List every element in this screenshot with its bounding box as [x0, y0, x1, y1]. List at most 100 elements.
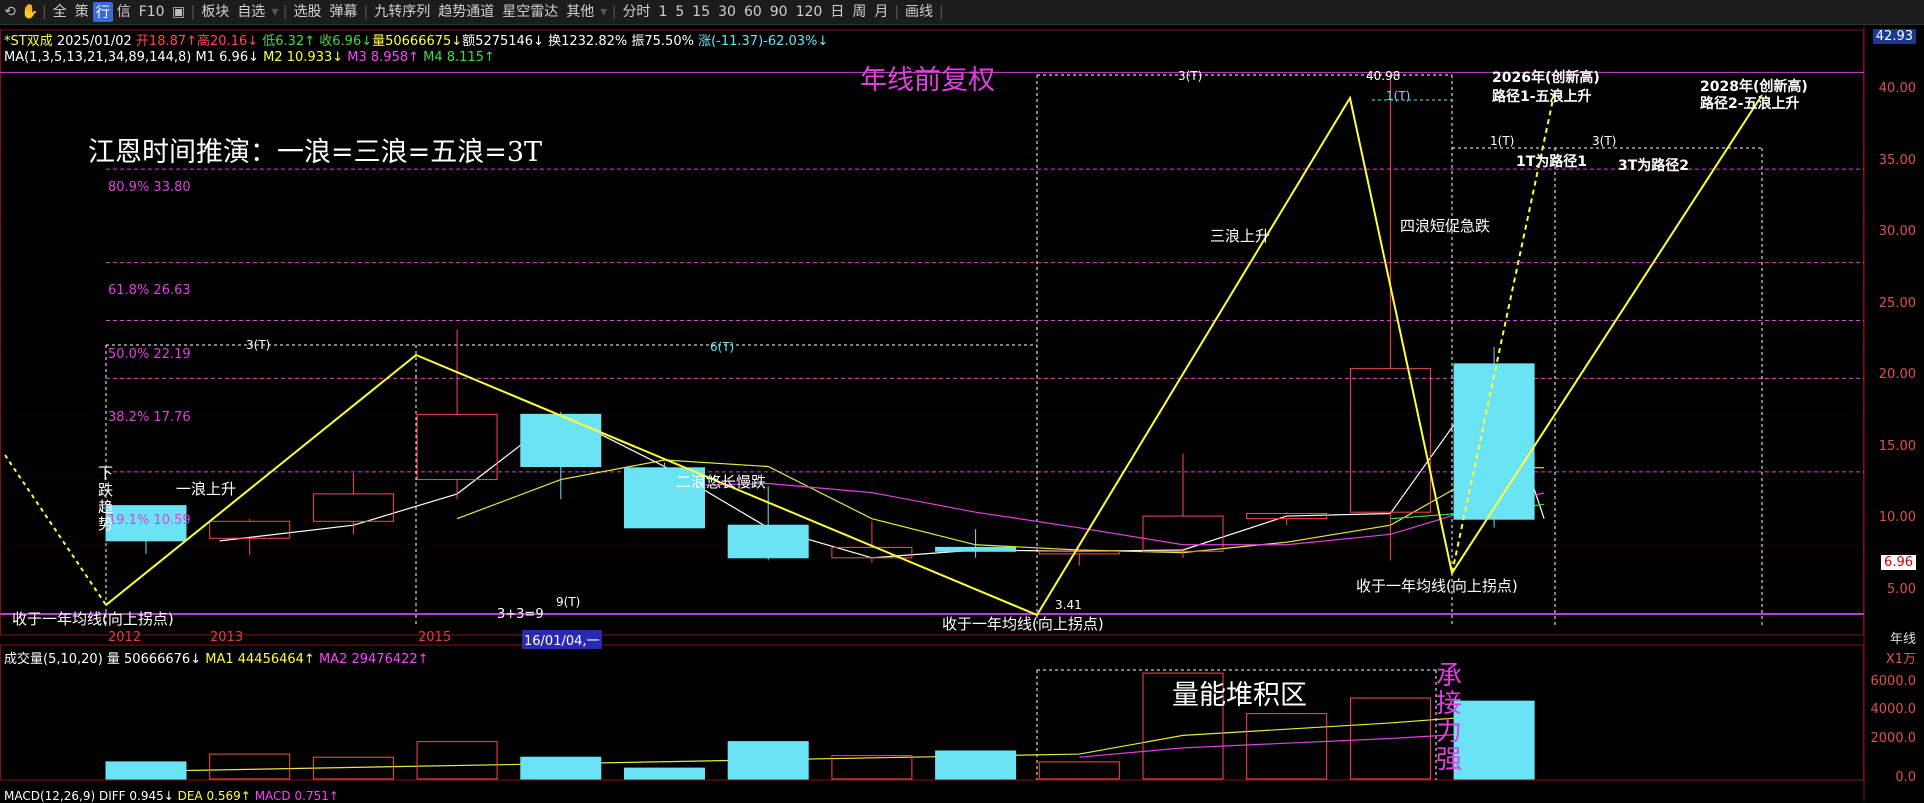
toolbar-item-sector[interactable]: 板块 — [197, 0, 233, 24]
volume-value: 量 50666676↓ — [106, 652, 202, 667]
support-char: 力 — [1436, 717, 1463, 747]
quote-turnover: 换1232.82% — [548, 34, 628, 49]
volume-tick: 0.0 — [1895, 770, 1916, 785]
candle-body — [520, 413, 602, 468]
support-char: 接 — [1436, 689, 1463, 719]
gann-note: 江恩时间推演：一浪=三浪=五浪=3T — [88, 137, 543, 168]
candle-body — [1038, 550, 1120, 555]
price-tick: 30.00 — [1878, 224, 1916, 239]
price-tick: 10.00 — [1878, 510, 1916, 525]
path1-title: 2026年(创新高) — [1492, 70, 1600, 86]
toolbar-item-trend-channel[interactable]: 趋势通道 — [434, 0, 498, 24]
support-char: 强 — [1436, 745, 1463, 775]
quote-amplitude: 振75.50% — [631, 34, 694, 49]
t-count: 3(T) — [246, 338, 271, 352]
t-count: 9(T) — [556, 595, 581, 609]
candle-body — [209, 520, 291, 539]
period-month[interactable]: 月 — [870, 0, 892, 24]
toolbar-item-danmaku[interactable]: 弹幕 — [326, 0, 362, 24]
toolbar-item-strategy[interactable]: 策 — [71, 0, 93, 24]
toolbar-item-info[interactable]: 信 — [113, 0, 135, 24]
stock-name: *ST双成 — [4, 34, 53, 49]
toolbar-item-other[interactable]: 其他 — [562, 0, 598, 24]
year-label: 2012 — [108, 630, 142, 645]
ma-line-white — [219, 367, 1545, 559]
wave-downtrend — [4, 454, 107, 606]
hand-icon[interactable]: ✋ — [20, 2, 40, 22]
volume-tick: 2000.0 — [1870, 731, 1917, 746]
wave3-note: 三浪上升 — [1210, 227, 1271, 245]
toolbar-item-draw[interactable]: 画线 — [901, 0, 937, 24]
quote-low: 低6.32↑ — [262, 34, 316, 49]
ma-label: MA(1,3,5,13,21,34,89,144,8) — [4, 50, 192, 65]
volume-ma2-line — [1079, 731, 1495, 758]
quote-icon[interactable]: 行 — [92, 2, 113, 22]
volume-bar — [727, 741, 809, 780]
fib-level: 50.0% 22.19 — [108, 347, 191, 362]
volume-bar — [935, 750, 1017, 780]
ma-m2: M2 10.933↓ — [263, 50, 344, 65]
volume-label: 成交量(5,10,20) — [4, 652, 103, 667]
price-tick: 40.00 — [1878, 81, 1916, 96]
toolbar-item-watchlist[interactable]: 自选 — [233, 0, 269, 24]
price-tick: 15.00 — [1878, 439, 1916, 454]
period-5m[interactable]: 5 — [671, 0, 688, 24]
quote-change: 涨(-11.37)-62.03%↓ — [698, 34, 829, 49]
volume-bar — [209, 753, 291, 780]
volume-tick: 4000.0 — [1870, 702, 1917, 717]
close-above-ma-note: 收于一年均线(向上拐点) — [942, 615, 1104, 633]
year-label: 2015 — [418, 630, 452, 645]
price-panel-border — [0, 29, 1864, 636]
volume-ma2: MA2 29476422↑ — [318, 652, 429, 667]
back-icon[interactable]: ⟲ — [0, 2, 20, 22]
period-60m[interactable]: 60 — [740, 0, 766, 24]
price-tick: 5.00 — [1887, 582, 1916, 597]
wave-path2 — [105, 94, 1763, 617]
period-1m[interactable]: 1 — [654, 0, 671, 24]
toolbar-item-all[interactable]: 全 — [49, 0, 71, 24]
period-intraday[interactable]: 分时 — [618, 0, 654, 24]
path2-note: 3T为路径2 — [1618, 158, 1690, 174]
t-count: 3(T) — [1178, 69, 1203, 83]
volume-bar — [831, 755, 913, 780]
price-tick: 35.00 — [1878, 153, 1916, 168]
ma-m1: M1 6.96↓ — [195, 50, 259, 65]
toolbar-item-stock-picker[interactable]: 选股 — [290, 0, 326, 24]
t-count: 1(T) — [1490, 134, 1515, 148]
t-count: 6(T) — [710, 340, 735, 354]
quote-date: 2025/01/02 — [56, 34, 132, 49]
period-15m[interactable]: 15 — [688, 0, 714, 24]
high-price-label: 40.98 — [1366, 69, 1401, 83]
volume-legend: 成交量(5,10,20) 量 50666676↓ MA1 44456464↑ M… — [4, 648, 429, 667]
period-day[interactable]: 日 — [826, 0, 848, 24]
period-week[interactable]: 周 — [848, 0, 870, 24]
ma-m3: M3 8.958↑ — [347, 50, 420, 65]
ma-legend: MA(1,3,5,13,21,34,89,144,8) M1 6.96↓ M2 … — [4, 50, 495, 65]
volume-unit: X1万 — [1885, 652, 1916, 667]
volume-bar — [416, 741, 498, 780]
candle-body — [416, 413, 498, 481]
chart-title: 年线前复权 — [860, 65, 995, 96]
period-120m[interactable]: 120 — [792, 0, 827, 24]
window-icon[interactable]: ▣ — [169, 2, 189, 22]
t-count: 3(T) — [1592, 134, 1617, 148]
toolbar-item-nine-turn[interactable]: 九转序列 — [370, 0, 434, 24]
price-tick: 20.00 — [1878, 367, 1916, 382]
close-above-ma-note: 收于一年均线(向上拐点) — [12, 610, 174, 628]
fib-level: 61.8% 26.63 — [108, 283, 191, 298]
quote-close: 收6.96↓ — [319, 34, 373, 49]
toolbar-item-radar[interactable]: 星空雷达 — [498, 0, 562, 24]
price-axis-top: 42.93 — [1872, 29, 1916, 44]
current-price-tag: 6.96 — [1881, 555, 1916, 570]
period-90m[interactable]: 90 — [766, 0, 792, 24]
toolbar-item-f10[interactable]: F10 — [135, 0, 169, 24]
volume-bar — [1038, 761, 1120, 780]
fib-level: 80.9% 33.80 — [108, 180, 191, 195]
candle-body — [1349, 368, 1431, 513]
period-30m[interactable]: 30 — [714, 0, 740, 24]
cursor-date: 16/01/04,一 — [522, 630, 602, 649]
quote-header: *ST双成 2025/01/02 开18.87↑高20.16↓ 低6.32↑ 收… — [4, 30, 828, 49]
toolbar: ⟲ ✋ | 全 策 行 信 F10 ▣ | 板块 自选 ▾ | 选股 弹幕 | … — [0, 0, 1924, 25]
low-price-label: 3.41 — [1055, 598, 1082, 612]
volume-ma1: MA1 44456464↑ — [205, 652, 315, 667]
